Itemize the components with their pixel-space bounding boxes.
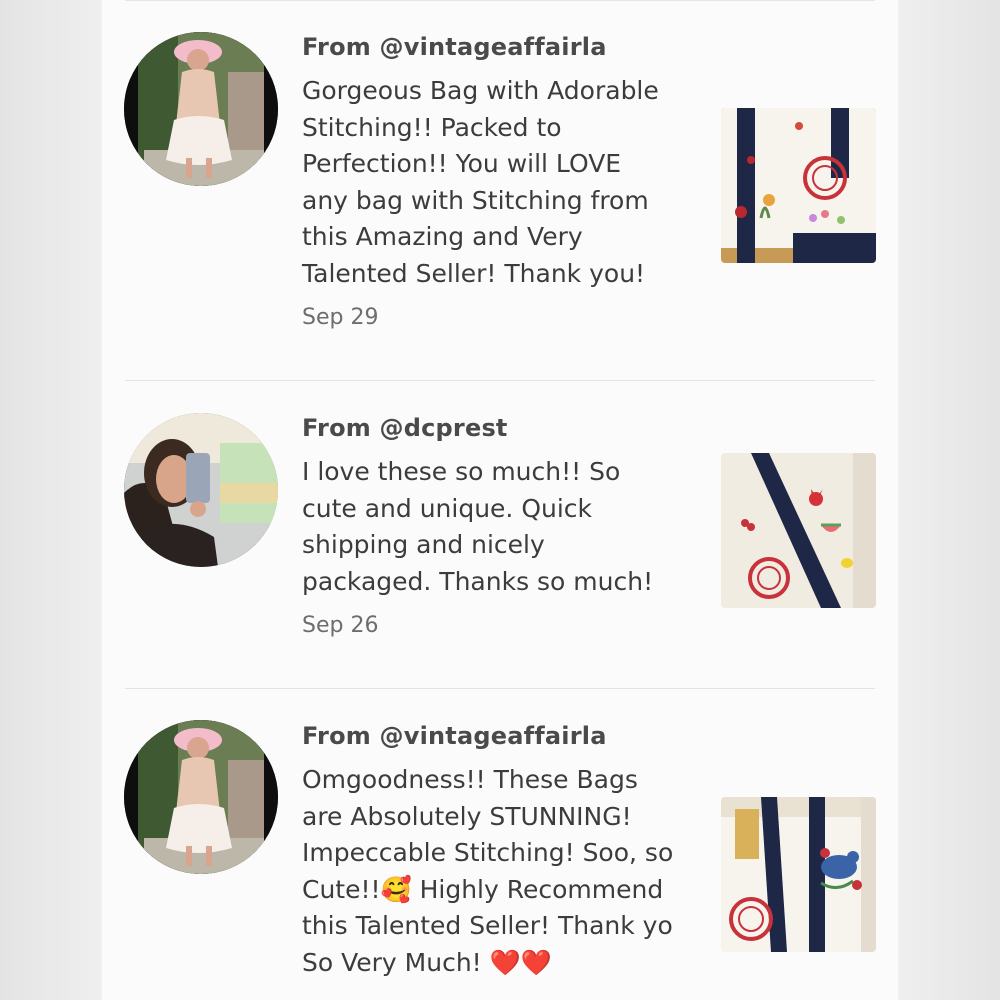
tote-bag-photo-icon xyxy=(721,797,876,952)
review-date: Sep 29 xyxy=(302,305,379,330)
user-avatar[interactable] xyxy=(124,32,278,186)
tote-bag-photo-icon xyxy=(721,453,876,608)
review-text: Gorgeous Bag with Adorable Stitching!! P… xyxy=(302,76,659,288)
review-divider xyxy=(125,688,875,689)
review-author[interactable]: From @vintageaffairla xyxy=(302,33,607,61)
background-right xyxy=(898,0,1000,1000)
avatar-photo-icon xyxy=(124,32,278,186)
review-author[interactable]: From @dcprest xyxy=(302,414,508,442)
user-avatar[interactable] xyxy=(124,720,278,874)
background-left xyxy=(0,0,102,1000)
reviews-panel: From @vintageaffairla Gorgeous Bag with … xyxy=(102,0,898,1000)
review-text: I love these so much!! So cute and uniqu… xyxy=(302,457,654,596)
avatar-photo-icon xyxy=(124,720,278,874)
review-author[interactable]: From @vintageaffairla xyxy=(302,722,607,750)
review-date: Sep 26 xyxy=(302,613,379,638)
avatar-photo-icon xyxy=(124,413,278,567)
review-photo[interactable] xyxy=(721,453,876,608)
review-text: Omgoodness!! These Bags are Absolutely S… xyxy=(302,765,674,977)
review-divider xyxy=(125,380,875,381)
review-photo[interactable] xyxy=(721,797,876,952)
review-photo[interactable] xyxy=(721,108,876,263)
tote-bag-photo-icon xyxy=(721,108,876,263)
user-avatar[interactable] xyxy=(124,413,278,567)
top-divider xyxy=(125,0,875,1)
